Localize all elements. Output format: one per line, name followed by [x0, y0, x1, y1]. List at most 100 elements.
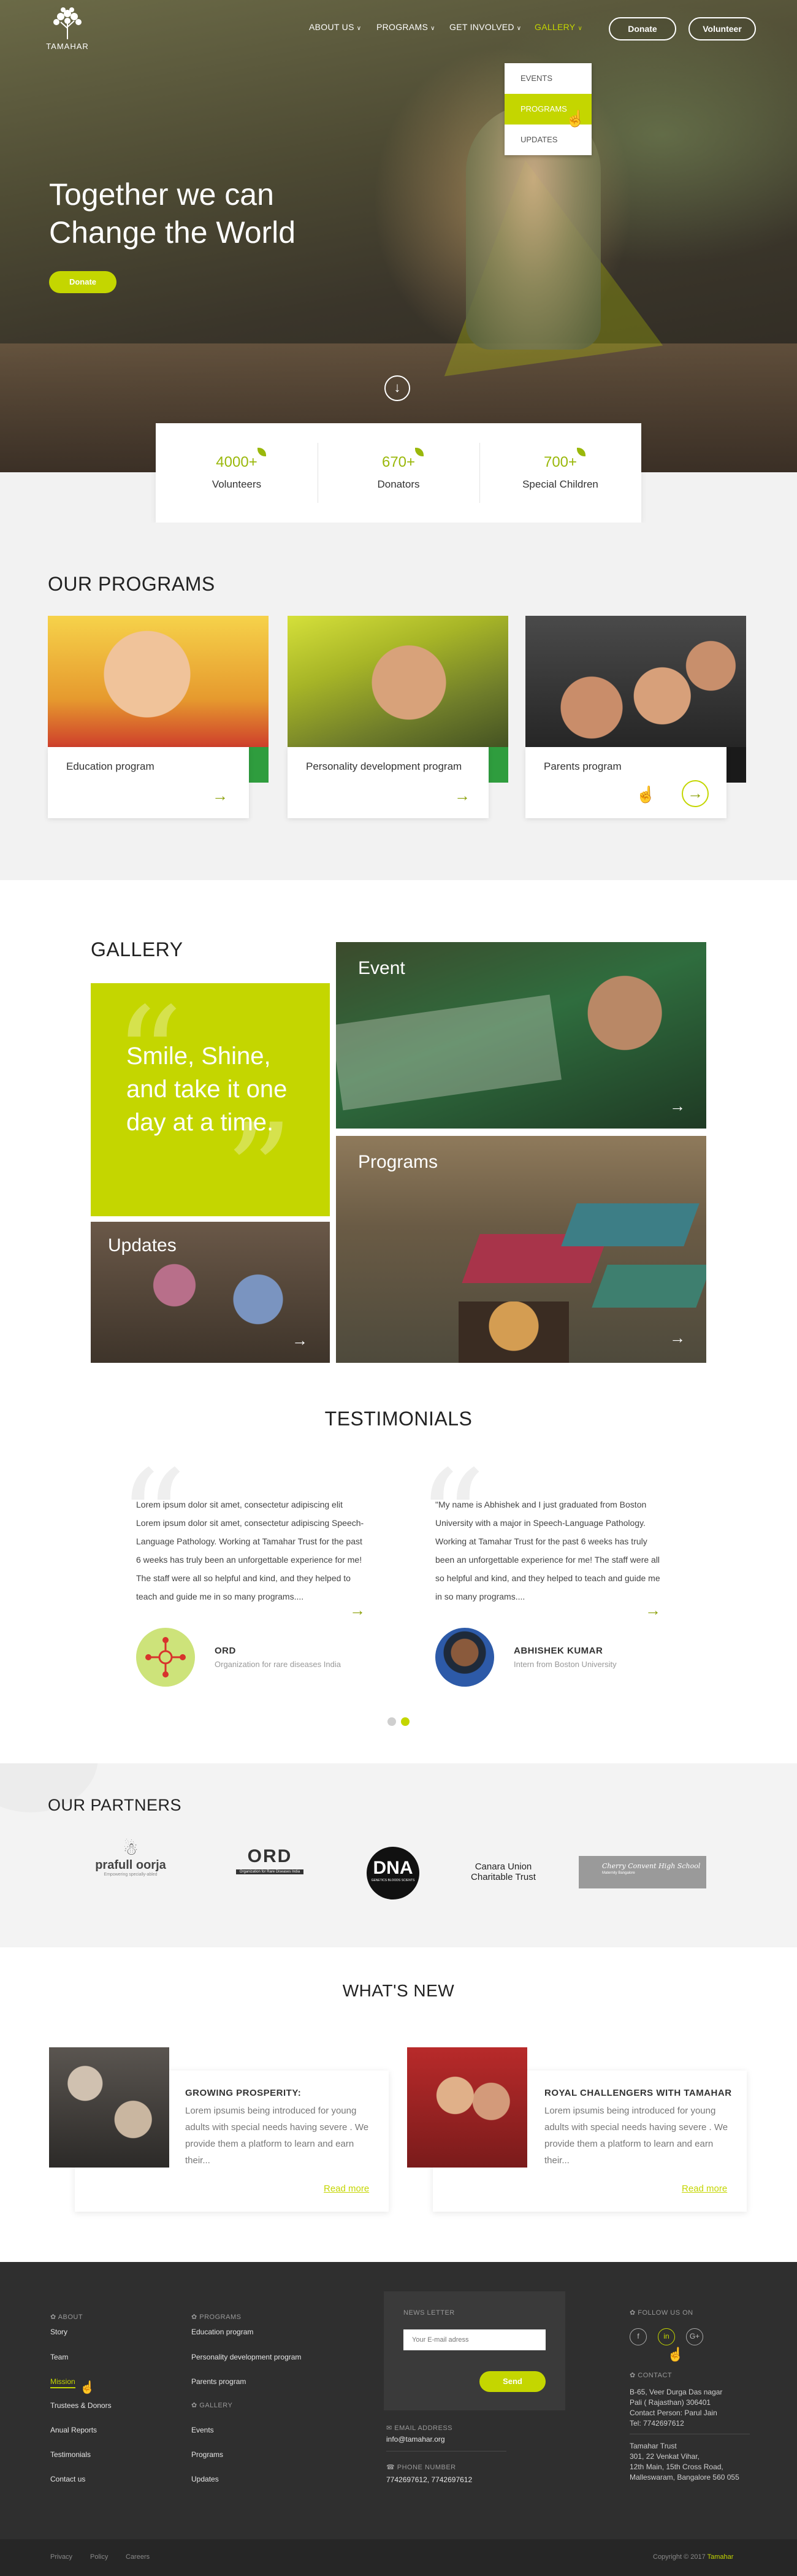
newsletter-email-input[interactable]: [403, 2329, 546, 2350]
partner-logo-dna[interactable]: DNA GENETICS BLOODS SCIENTS: [367, 1847, 419, 1899]
program-label: Personality development program: [306, 761, 462, 772]
arrow-right-icon[interactable]: →: [669, 1328, 685, 1347]
leaf-icon: ✿: [630, 2372, 638, 2379]
arrow-right-icon[interactable]: →: [454, 788, 470, 803]
nav-get-involved[interactable]: GET INVOLVED ∨: [449, 22, 521, 37]
footer-email-head: ✉ EMAIL ADDRESS: [386, 2425, 453, 2432]
hand-cursor-icon: ☝: [80, 2381, 95, 2394]
brand-name: TAMAHAR: [46, 42, 89, 51]
partner-logo-prafull-oorja[interactable]: ☃ prafull oorja Empowering specially-abl…: [91, 1840, 170, 1892]
nav-donate-button[interactable]: Donate: [609, 17, 676, 40]
program-card-personality[interactable]: Personality development program →: [288, 747, 489, 818]
footer-link-parents[interactable]: Parents program: [191, 2377, 246, 2386]
gallery-tile-updates[interactable]: Updates →: [91, 1222, 330, 1363]
nav-volunteer-button[interactable]: Volunteer: [688, 17, 756, 40]
footer-phone-value[interactable]: 7742697612, 7742697612: [386, 2475, 472, 2484]
nav-programs[interactable]: PROGRAMS ∨: [376, 22, 435, 37]
nav-about-us[interactable]: ABOUT US ∨: [309, 22, 361, 37]
footer-follow-head: ✿ FOLLOW US ON: [630, 2309, 693, 2317]
program-card-education[interactable]: Education program →: [48, 747, 249, 818]
chevron-down-icon: ∨: [578, 25, 583, 32]
footer-link-education[interactable]: Education program: [191, 2328, 253, 2336]
partner-name-line2: Charitable Trust: [471, 1872, 536, 1882]
footer-link-updates[interactable]: Updates: [191, 2475, 219, 2483]
news-image-royal-challengers[interactable]: [407, 2047, 527, 2168]
hero-title-line2: Change the World: [49, 215, 296, 250]
stats-card: 4000+ Volunteers 670+ Donators 700+ Spec…: [156, 423, 641, 523]
pagination-dot-2-active[interactable]: [401, 1717, 410, 1726]
footer-link-story[interactable]: Story: [50, 2328, 67, 2336]
footer-link-team[interactable]: Team: [50, 2353, 68, 2361]
footer-link-testimonials[interactable]: Testimonials: [50, 2450, 91, 2459]
read-more-link[interactable]: Read more: [324, 2183, 369, 2194]
arrow-right-icon[interactable]: →: [349, 1602, 365, 1618]
partner-logo-ord[interactable]: ORD Organization for Rare Diseases India: [236, 1846, 303, 1895]
tree-icon: [53, 7, 82, 39]
leaf-icon: ✿: [630, 2309, 638, 2317]
arrow-right-icon[interactable]: →: [669, 1097, 685, 1116]
stat-value: 670+: [381, 454, 416, 470]
facebook-icon[interactable]: f: [630, 2328, 647, 2345]
footer-email-value[interactable]: info@tamahar.org: [386, 2435, 445, 2444]
arrow-right-circle-icon[interactable]: →: [682, 780, 709, 807]
partner-name: DNA: [373, 1858, 413, 1878]
gallery-tile-event[interactable]: Event →: [336, 942, 706, 1129]
nav-label: GALLERY: [535, 22, 576, 32]
google-plus-icon[interactable]: G+: [686, 2328, 703, 2345]
news-image-growing-prosperity[interactable]: [49, 2047, 169, 2168]
dropdown-item-events[interactable]: EVENTS: [505, 63, 592, 94]
linkedin-icon[interactable]: in: [658, 2328, 675, 2345]
footer-link-annual-reports[interactable]: Anual Reports: [50, 2426, 97, 2434]
partner-logo-canara-union[interactable]: Canara Union Charitable Trust: [463, 1861, 543, 1882]
partners-title: OUR PARTNERS: [48, 1796, 182, 1814]
news-text: Lorem ipsumis being introduced for young…: [185, 2106, 369, 2166]
copyright-brand[interactable]: Tamahar: [707, 2553, 734, 2561]
stat-donators: 670+ Donators: [318, 423, 479, 523]
news-text: Lorem ipsumis being introduced for young…: [544, 2106, 728, 2166]
footer-link-contact[interactable]: Contact us: [50, 2475, 85, 2483]
child-shape: [459, 1301, 569, 1363]
footer-link-policy[interactable]: Policy: [90, 2553, 108, 2561]
gallery-tile-programs[interactable]: Programs →: [336, 1136, 706, 1363]
footer-link-mission[interactable]: Mission: [50, 2377, 75, 2388]
brand-logo[interactable]: TAMAHAR: [43, 6, 92, 51]
footer-link-events[interactable]: Events: [191, 2426, 214, 2434]
mat-shape: [561, 1203, 700, 1246]
gallery-tile-label: Updates: [108, 1235, 177, 1255]
dropdown-item-updates[interactable]: UPDATES: [505, 125, 592, 155]
pagination-dot-1[interactable]: [387, 1717, 396, 1726]
partner-name: Cherry Convent High School: [602, 1862, 701, 1870]
footer-link-programs[interactable]: Programs: [191, 2450, 223, 2459]
nav-label: ABOUT US: [309, 22, 354, 32]
program-card-parents[interactable]: Parents program ☝ →: [525, 747, 726, 818]
testimonial-text: "My name is Abhishek and I just graduate…: [435, 1500, 660, 1601]
read-more-link[interactable]: Read more: [682, 2183, 727, 2194]
table-shape: [336, 994, 562, 1111]
contact-address-1: B-65, Veer Durga Das nagar Pali ( Rajast…: [630, 2388, 723, 2428]
arrow-down-circle-icon[interactable]: ↓: [384, 375, 410, 401]
newsletter-send-button[interactable]: Send: [479, 2371, 546, 2392]
arrow-right-icon[interactable]: →: [292, 1331, 308, 1350]
footer-link-careers[interactable]: Careers: [126, 2553, 150, 2561]
partner-name: ORD: [247, 1846, 292, 1866]
partner-tagline: Maternity Bangalore: [602, 1871, 635, 1875]
decor-block: [489, 747, 508, 783]
stat-label: Volunteers: [212, 478, 262, 490]
partner-logo-cherry-convent[interactable]: Cherry Convent High School Maternity Ban…: [579, 1856, 706, 1888]
leaf-icon: ✿: [50, 2313, 58, 2321]
hero-title: Together we can Change the World: [49, 175, 368, 251]
leaf-icon: [257, 448, 266, 456]
mail-icon: ✉: [386, 2425, 395, 2432]
news-title: ROYAL CHALLENGERS WITH TAMAHAR: [544, 2088, 732, 2098]
footer-link-trustees[interactable]: Trustees & Donors: [50, 2401, 112, 2410]
contact-address-2: Tamahar Trust 301, 22 Venkat Vihar, 12th…: [630, 2442, 739, 2482]
person-icon: ☃: [123, 1839, 139, 1858]
program-label: Parents program: [544, 761, 622, 772]
footer-link-personality[interactable]: Personality development program: [191, 2353, 301, 2361]
hero-donate-button[interactable]: Donate: [49, 271, 116, 293]
mat-shape: [592, 1265, 706, 1308]
nav-gallery[interactable]: GALLERY ∨: [535, 22, 582, 37]
arrow-right-icon[interactable]: →: [645, 1602, 661, 1618]
footer-link-privacy[interactable]: Privacy: [50, 2553, 72, 2561]
arrow-right-icon[interactable]: →: [212, 788, 228, 803]
